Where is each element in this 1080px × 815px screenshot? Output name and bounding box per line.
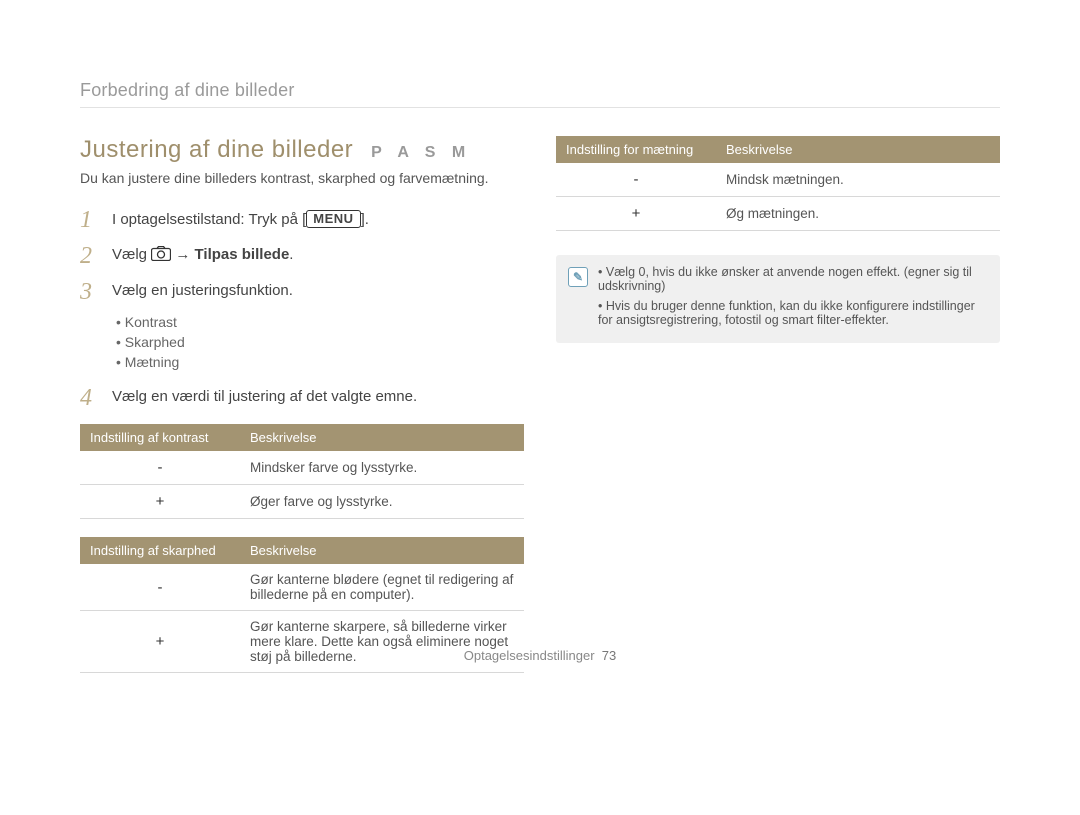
note-box: ✎ Vælg 0, hvis du ikke ønsker at anvende… [556, 255, 1000, 343]
table-row: - Mindsk mætningen. [556, 163, 1000, 197]
table-header-row: Indstilling af kontrast Beskrivelse [80, 424, 524, 451]
left-column: Justering af dine billeder P A S M Du ka… [80, 136, 524, 691]
step-4: 4 Vælg en værdi til justering af det val… [80, 384, 524, 410]
cell-desc: Gør kanterne skarpere, så billederne vir… [240, 611, 524, 673]
step-body: Vælg → Tilpas billede. [112, 242, 524, 263]
title-text: Justering af dine billeder [80, 136, 353, 164]
step3-bullets: Kontrast Skarphed Mætning [116, 314, 524, 370]
step-1: 1 I optagelsestilstand: Tryk på [MENU]. [80, 206, 524, 232]
cell-symbol: - [80, 451, 240, 485]
step-2: 2 Vælg → Tilpas billede. [80, 242, 524, 268]
step-body: Vælg en justeringsfunktion. [112, 278, 524, 299]
th-setting: Indstilling af skarphed [80, 537, 240, 564]
cell-symbol: + [80, 485, 240, 519]
cell-symbol: + [80, 611, 240, 673]
th-setting: Indstilling for mætning [556, 136, 716, 163]
step2-pre: Vælg [112, 246, 151, 263]
steps-list: 1 I optagelsestilstand: Tryk på [MENU]. … [80, 206, 524, 410]
cell-desc: Gør kanterne blødere (egnet til redigeri… [240, 564, 524, 611]
step1-post: ]. [361, 211, 369, 228]
table-row: + Øger farve og lysstyrke. [80, 485, 524, 519]
th-setting: Indstilling af kontrast [80, 424, 240, 451]
step-number: 4 [80, 384, 98, 410]
note-list: Vælg 0, hvis du ikke ønsker at anvende n… [598, 265, 988, 333]
right-column: Indstilling for mætning Beskrivelse - Mi… [556, 136, 1000, 691]
page-footer: Optagelsesindstillinger 73 [0, 648, 1080, 663]
step1-pre: I optagelsestilstand: Tryk på [ [112, 211, 306, 228]
note-item: Vælg 0, hvis du ikke ønsker at anvende n… [598, 265, 988, 293]
breadcrumb: Forbedring af dine billeder [80, 80, 1000, 108]
intro-text: Du kan justere dine billeders kontrast, … [80, 170, 524, 186]
th-description: Beskrivelse [240, 424, 524, 451]
step-number: 1 [80, 206, 98, 232]
bullet-skarphed: Skarphed [116, 334, 524, 350]
content-columns: Justering af dine billeder P A S M Du ka… [80, 136, 1000, 691]
table-row: + Øg mætningen. [556, 197, 1000, 231]
cell-desc: Øger farve og lysstyrke. [240, 485, 524, 519]
bullet-maetning: Mætning [116, 354, 524, 370]
note-item: Hvis du bruger denne funktion, kan du ik… [598, 299, 988, 327]
th-description: Beskrivelse [240, 537, 524, 564]
step2-post: . [289, 246, 293, 263]
camera-icon [151, 246, 171, 261]
menu-badge: MENU [306, 210, 360, 228]
step-body: Vælg en værdi til justering af det valgt… [112, 384, 524, 405]
step2-strong: Tilpas billede [195, 246, 290, 263]
footer-section: Optagelsesindstillinger [464, 648, 595, 663]
step-number: 2 [80, 242, 98, 268]
step-number: 3 [80, 278, 98, 304]
table-header-row: Indstilling af skarphed Beskrivelse [80, 537, 524, 564]
step-3: 3 Vælg en justeringsfunktion. [80, 278, 524, 304]
table-saturation: Indstilling for mætning Beskrivelse - Mi… [556, 136, 1000, 231]
table-header-row: Indstilling for mætning Beskrivelse [556, 136, 1000, 163]
th-description: Beskrivelse [716, 136, 1000, 163]
bullet-kontrast: Kontrast [116, 314, 524, 330]
table-row: - Gør kanterne blødere (egnet til redige… [80, 564, 524, 611]
table-contrast: Indstilling af kontrast Beskrivelse - Mi… [80, 424, 524, 519]
step-body: I optagelsestilstand: Tryk på [MENU]. [112, 206, 524, 228]
cell-symbol: + [556, 197, 716, 231]
footer-page-number: 73 [602, 648, 616, 663]
cell-desc: Øg mætningen. [716, 197, 1000, 231]
page-title: Justering af dine billeder P A S M [80, 136, 524, 164]
step2-arrow: → [175, 246, 194, 263]
page: Forbedring af dine billeder Justering af… [0, 0, 1080, 691]
table-row: + Gør kanterne skarpere, så billederne v… [80, 611, 524, 673]
mode-badges: P A S M [371, 144, 471, 162]
cell-symbol: - [556, 163, 716, 197]
cell-symbol: - [80, 564, 240, 611]
table-row: - Mindsker farve og lysstyrke. [80, 451, 524, 485]
note-icon: ✎ [568, 267, 588, 287]
cell-desc: Mindsker farve og lysstyrke. [240, 451, 524, 485]
cell-desc: Mindsk mætningen. [716, 163, 1000, 197]
